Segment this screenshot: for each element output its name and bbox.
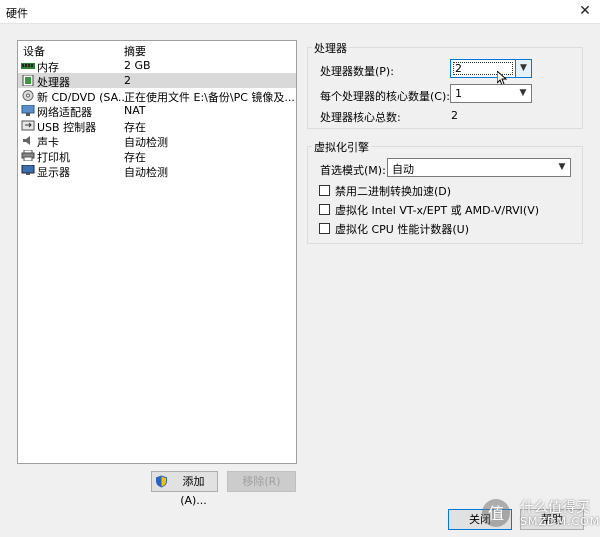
- device-summary: 2: [124, 74, 131, 87]
- device-row-memory[interactable]: 内存 2 GB: [18, 58, 296, 74]
- usb-icon: [21, 120, 35, 131]
- watermark-title: 什么值得买: [520, 500, 590, 516]
- display-icon: [21, 165, 35, 175]
- device-summary: 2 GB: [124, 59, 151, 72]
- device-row-cd-dvd[interactable]: 新 CD/DVD (SA... 正在使用文件 E:\备份\PC 镜像及...: [18, 88, 296, 104]
- processor-count-select[interactable]: 2 ▼: [450, 59, 532, 78]
- device-row-usb[interactable]: USB 控制器 存在: [18, 118, 296, 134]
- device-name: 显示器: [37, 166, 70, 179]
- virtualize-cpu-counters-checkbox[interactable]: [319, 223, 330, 234]
- add-device-button[interactable]: 添加(A)...: [151, 471, 218, 507]
- device-list[interactable]: 设备 摘要 内存 2 GB 处理器 2 新 CD/DVD (SA... 正在使用…: [17, 40, 297, 464]
- processor-count-value: 2: [455, 62, 462, 75]
- cores-per-processor-label: 每个处理器的核心数量(C):: [320, 90, 450, 103]
- total-cores-label: 处理器核心总数:: [320, 111, 401, 124]
- sound-card-icon: [23, 136, 30, 145]
- cd-dvd-icon: [22, 90, 34, 101]
- processor-count-label: 处理器数量(P):: [320, 65, 394, 78]
- printer-icon: [21, 150, 35, 161]
- column-header-device[interactable]: 设备: [23, 43, 45, 59]
- remove-button-label: 移除(R): [242, 475, 281, 488]
- device-row-display[interactable]: 显示器 自动检测: [18, 163, 296, 179]
- device-row-sound-card[interactable]: 声卡 自动检测: [18, 133, 296, 149]
- watermark-logo-icon: 值: [482, 499, 510, 527]
- network-adapter-icon: [21, 105, 35, 116]
- disable-binary-translation-checkbox[interactable]: [319, 185, 330, 196]
- device-summary: 自动检测: [124, 166, 168, 179]
- processor-group-label: 处理器: [312, 40, 349, 56]
- processor-icon: [22, 75, 34, 86]
- watermark: 值 什么值得买 SMZDM.COM: [476, 497, 599, 531]
- add-button-label: 添加(A)...: [180, 475, 207, 507]
- window-title: 硬件: [6, 7, 28, 20]
- preferred-mode-select[interactable]: 自动 ▼: [387, 158, 571, 177]
- shield-icon: [156, 475, 167, 488]
- cores-per-processor-select[interactable]: 1 ▼: [450, 84, 532, 103]
- watermark-subtitle: SMZDM.COM: [520, 515, 600, 528]
- svg-text:值: 值: [488, 504, 504, 523]
- device-row-printer[interactable]: 打印机 存在: [18, 148, 296, 164]
- total-cores-value: 2: [451, 109, 458, 122]
- device-row-network-adapter[interactable]: 网络适配器 NAT: [18, 103, 296, 119]
- virtualization-group-label: 虚拟化引擎: [312, 139, 371, 155]
- chevron-down-icon[interactable]: ▼: [515, 85, 531, 102]
- preferred-mode-label: 首选模式(M):: [320, 164, 386, 177]
- device-row-processor[interactable]: 处理器 2: [18, 73, 296, 89]
- disable-binary-translation-label[interactable]: 禁用二进制转换加速(D): [335, 183, 451, 199]
- virtualize-vtx-checkbox[interactable]: [319, 204, 330, 215]
- preferred-mode-value: 自动: [392, 163, 414, 176]
- memory-icon: [21, 63, 35, 69]
- cores-per-processor-value: 1: [455, 87, 462, 100]
- device-list-header: 设备 摘要: [18, 41, 296, 58]
- remove-device-button[interactable]: 移除(R): [227, 471, 296, 492]
- column-header-summary[interactable]: 摘要: [124, 43, 146, 59]
- virtualize-cpu-counters-label[interactable]: 虚拟化 CPU 性能计数器(U): [335, 221, 469, 237]
- chevron-down-icon[interactable]: ▼: [554, 159, 570, 176]
- close-icon[interactable]: ✕: [570, 0, 600, 24]
- chevron-down-icon[interactable]: ▼: [515, 60, 531, 77]
- title-bar: 硬件 ✕: [0, 0, 600, 24]
- device-summary: NAT: [124, 104, 146, 117]
- virtualize-vtx-label[interactable]: 虚拟化 Intel VT-x/EPT 或 AMD-V/RVI(V): [335, 202, 539, 218]
